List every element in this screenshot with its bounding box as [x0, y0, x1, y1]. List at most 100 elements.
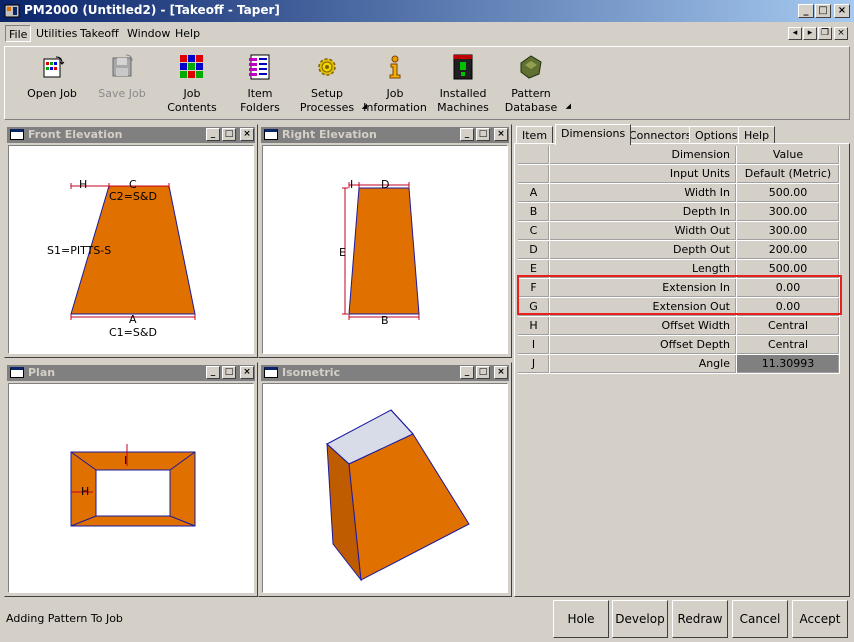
row-letter: C	[518, 222, 550, 241]
tab-item[interactable]: Item	[516, 126, 554, 144]
right-elevation-window[interactable]: Right Elevation _ □ × I D E B	[258, 124, 512, 358]
job-information-button[interactable]: Job Information	[363, 53, 427, 115]
maximize-icon[interactable]: □	[222, 366, 236, 379]
row-dimension: Depth Out	[550, 241, 737, 260]
open-job-button[interactable]: Open Job	[23, 53, 81, 101]
window-icon	[264, 129, 278, 140]
tab-connectors[interactable]: Connectors	[623, 126, 698, 144]
save-job-button[interactable]: Save Job	[93, 53, 151, 101]
dim-b-label: B	[381, 314, 389, 327]
row-dimension: Width In	[550, 184, 737, 203]
maximize-icon[interactable]: □	[476, 366, 490, 379]
menu-window[interactable]: Window	[124, 25, 173, 42]
minimize-icon[interactable]: _	[206, 128, 220, 141]
plan-dim-h-label: H	[81, 485, 89, 498]
grid-header-row: Dimension Value	[518, 146, 840, 165]
menu-bar: File Utilities Takeoff Window Help ◂ ▸ ❐…	[0, 22, 854, 44]
machine-icon	[453, 54, 473, 80]
plan-title: Plan	[28, 366, 56, 379]
right-elevation-title: Right Elevation	[282, 128, 377, 141]
pattern-database-label-row: Database ◢	[499, 101, 571, 115]
tab-help[interactable]: Help	[738, 126, 776, 144]
row-letter: A	[518, 184, 550, 203]
table-row[interactable]: H Offset Width Central	[518, 317, 840, 336]
minimize-icon[interactable]: _	[206, 366, 220, 379]
installed-machines-button[interactable]: Installed Machines	[431, 53, 495, 115]
close-icon[interactable]: ×	[494, 366, 508, 379]
mdi-next-icon[interactable]: ▸	[803, 27, 817, 40]
dropdown-arrow-icon: ◢	[565, 102, 571, 110]
minimize-icon[interactable]: _	[460, 366, 474, 379]
row-dimension: Offset Depth	[550, 336, 737, 355]
right-elevation-canvas[interactable]: I D E B	[262, 145, 508, 354]
table-row[interactable]: J Angle 11.30993	[518, 355, 840, 374]
table-row[interactable]: C Width Out 300.00	[518, 222, 840, 241]
row-letter: J	[518, 355, 550, 374]
row-value-input[interactable]: Central	[737, 336, 840, 355]
isometric-titlebar: Isometric _ □ ×	[261, 365, 509, 381]
job-contents-icon	[180, 55, 203, 78]
property-tabs: Item Dimensions Connectors Options Help	[514, 124, 850, 145]
isometric-window[interactable]: Isometric _ □ ×	[258, 362, 512, 597]
setup-processes-label-row: Processes ◢	[295, 101, 367, 115]
close-icon[interactable]: ×	[494, 128, 508, 141]
row-value-input[interactable]: Central	[737, 317, 840, 336]
setup-processes-button[interactable]: Setup Processes ◢	[295, 53, 367, 115]
maximize-icon[interactable]: □	[476, 128, 490, 141]
redraw-button[interactable]: Redraw	[672, 600, 728, 638]
table-row[interactable]: D Depth Out 200.00	[518, 241, 840, 260]
grid-header-value: Value	[737, 146, 840, 165]
row-value-input[interactable]: 500.00	[737, 184, 840, 203]
menu-help[interactable]: Help	[172, 25, 203, 42]
plan-canvas[interactable]: I H	[8, 383, 254, 593]
grid-units-row[interactable]: Input Units Default (Metric)	[518, 165, 840, 184]
mdi-close-icon[interactable]: ×	[834, 27, 848, 40]
row-value-input[interactable]: 300.00	[737, 222, 840, 241]
table-row[interactable]: A Width In 500.00	[518, 184, 840, 203]
close-icon[interactable]: ×	[240, 366, 254, 379]
accept-button[interactable]: Accept	[792, 600, 848, 638]
maximize-button[interactable]: □	[815, 4, 831, 18]
row-value-input[interactable]: 300.00	[737, 203, 840, 222]
maximize-icon[interactable]: □	[222, 128, 236, 141]
row-value-input[interactable]: 200.00	[737, 241, 840, 260]
table-row[interactable]: B Depth In 300.00	[518, 203, 840, 222]
job-contents-button[interactable]: Job Contents	[163, 53, 221, 115]
menu-utilities[interactable]: Utilities	[33, 25, 80, 42]
app-icon	[4, 4, 20, 18]
hole-button[interactable]: Hole	[553, 600, 609, 638]
cancel-button[interactable]: Cancel	[732, 600, 788, 638]
job-contents-label-1: Job	[183, 87, 201, 100]
job-contents-label-2: Contents	[167, 101, 217, 114]
menu-file[interactable]: File	[5, 25, 32, 42]
close-button[interactable]: ×	[834, 4, 850, 18]
isometric-canvas[interactable]	[262, 383, 508, 593]
pattern-database-label-1: Pattern	[511, 87, 551, 100]
grid-header-blank	[518, 146, 550, 165]
minimize-button[interactable]: _	[798, 4, 814, 18]
tab-dimensions[interactable]: Dimensions	[555, 124, 632, 145]
row-dimension: Offset Width	[550, 317, 737, 336]
grid-units-value[interactable]: Default (Metric)	[737, 165, 840, 184]
pattern-database-button[interactable]: Pattern Database ◢	[499, 53, 571, 115]
taper-side-shape	[348, 187, 420, 315]
plan-titlebar: Plan _ □ ×	[7, 365, 255, 381]
plan-window[interactable]: Plan _ □ × I H	[4, 362, 258, 597]
front-elevation-window[interactable]: Front Elevation _ □ × H C C2=S&D S1=PITT…	[4, 124, 258, 358]
develop-button[interactable]: Develop	[612, 600, 668, 638]
mdi-prev-icon[interactable]: ◂	[788, 27, 802, 40]
right-elevation-drawing: I D E B	[339, 178, 420, 327]
mdi-restore-icon[interactable]: ❐	[818, 27, 832, 40]
close-icon[interactable]: ×	[240, 128, 254, 141]
minimize-icon[interactable]: _	[460, 128, 474, 141]
front-elevation-title: Front Elevation	[28, 128, 123, 141]
front-elevation-canvas[interactable]: H C C2=S&D S1=PITTS-S A C1=S&D	[8, 145, 254, 354]
menu-takeoff[interactable]: Takeoff	[77, 25, 122, 42]
row-letter: I	[518, 336, 550, 355]
table-row[interactable]: I Offset Depth Central	[518, 336, 840, 355]
tab-options[interactable]: Options	[689, 126, 744, 144]
front-elevation-drawing: H C C2=S&D S1=PITTS-S A C1=S&D	[47, 178, 196, 339]
setup-processes-label-2: Processes	[299, 101, 355, 114]
plan-dim-i-label: I	[124, 454, 127, 467]
item-folders-button[interactable]: Item Folders	[231, 53, 289, 115]
